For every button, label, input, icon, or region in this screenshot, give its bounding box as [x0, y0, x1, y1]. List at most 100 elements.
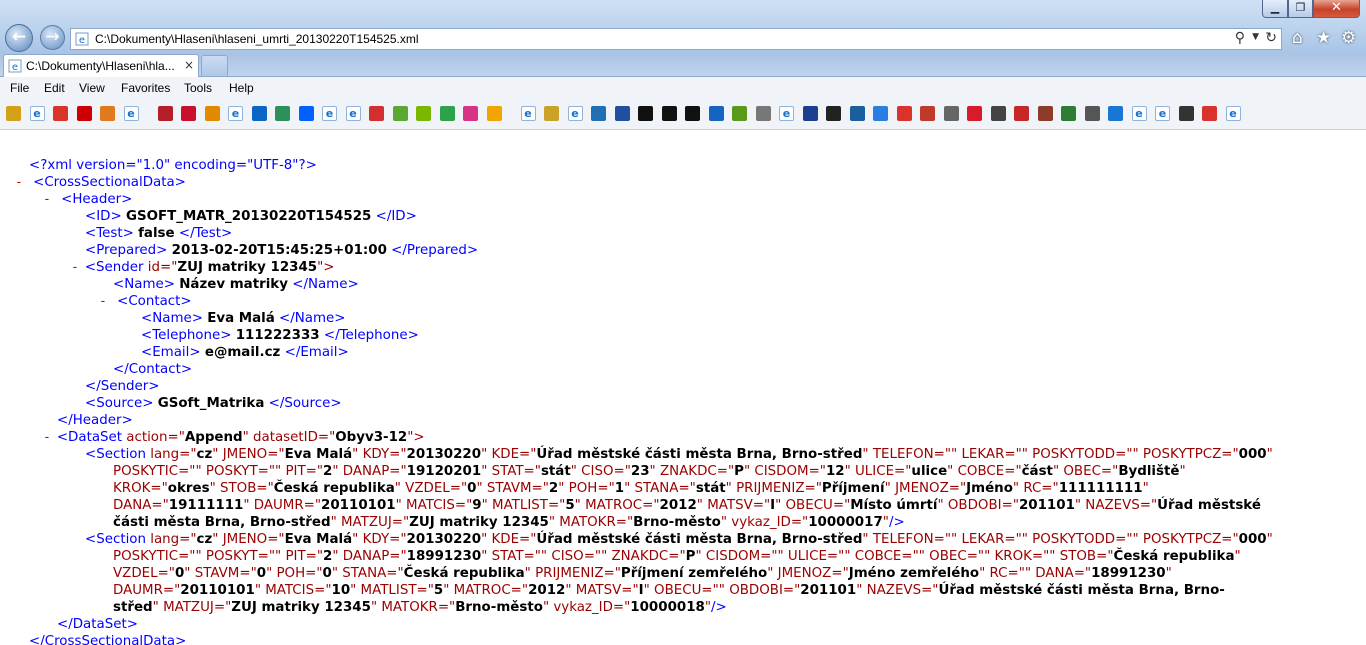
collapse-toggle[interactable]: - [43, 430, 51, 445]
network-icon[interactable] [1108, 106, 1123, 121]
ie-page-icon[interactable]: e [1131, 106, 1147, 121]
checker-icon[interactable] [826, 106, 841, 121]
search-icon[interactable]: ⚲ [1235, 30, 1245, 46]
address-text[interactable]: C:\Dokumenty\Hlaseni\hlaseni_umrti_20130… [95, 32, 419, 46]
chevron-down-icon[interactable]: ▼ [1252, 32, 1259, 42]
attr-value: Příjmení [821, 481, 885, 496]
menu-edit[interactable]: Edit [44, 81, 65, 95]
attr-value: Úřad městské části města Brna, Brno-stře… [536, 447, 863, 462]
xml-node-contact: - <Contact> [99, 293, 192, 310]
attr-name: " DANAP=" [332, 464, 407, 479]
collapse-toggle[interactable]: - [71, 260, 79, 275]
minimize-button[interactable]: ▁ [1262, 0, 1288, 18]
tab-active[interactable]: e C:\Dokumenty\Hlaseni\hla... × [3, 54, 199, 77]
ie-page-icon[interactable]: e [29, 106, 45, 121]
refresh-icon[interactable]: ↻ [1265, 30, 1277, 46]
back-button[interactable]: ← [5, 24, 33, 52]
circle-c-icon[interactable] [685, 106, 700, 121]
owl-icon[interactable] [486, 106, 502, 121]
pinwheel-icon[interactable] [392, 106, 408, 121]
gear-icon[interactable]: ⚙ [1341, 28, 1356, 48]
tag: </Name> [279, 311, 346, 326]
book-icon[interactable] [591, 106, 606, 121]
xml-line-prepared: <Prepared> 2013-02-20T15:45:25+01:00 </P… [85, 242, 478, 259]
attr-value: stát [695, 481, 726, 496]
tomato-icon[interactable] [53, 106, 68, 121]
ie-page-icon[interactable]: e [322, 106, 337, 121]
svg-text:e: e [12, 62, 18, 73]
dropbox-icon[interactable] [298, 106, 314, 121]
xml-section-line: <Section lang="cz" JMENO="Eva Malá" KDY=… [85, 446, 1273, 463]
globe-icon[interactable] [275, 106, 290, 121]
star-add-icon[interactable] [6, 106, 21, 121]
table-icon[interactable] [802, 106, 818, 121]
youtube-icon[interactable] [76, 106, 92, 121]
y-letter-icon[interactable] [416, 106, 431, 121]
menu-help[interactable]: Help [229, 81, 254, 95]
header-close-tag: </Header> [57, 413, 133, 428]
target-icon[interactable] [181, 106, 196, 121]
favorites-star-icon[interactable]: ★ [1316, 28, 1331, 48]
value: GSoft_Matrika [157, 396, 265, 411]
building-icon[interactable] [849, 106, 865, 121]
castle-icon[interactable] [1037, 106, 1053, 121]
new-tab-button[interactable] [201, 55, 228, 76]
attr-value: P [685, 549, 696, 564]
stickman-icon[interactable] [439, 106, 455, 121]
snake-icon[interactable] [967, 106, 982, 121]
flower-icon[interactable] [463, 106, 478, 121]
lips-icon[interactable] [369, 106, 384, 121]
address-bar[interactable]: e C:\Dokumenty\Hlaseni\hlaseni_umrti_201… [70, 28, 1282, 50]
monitor-icon[interactable] [990, 106, 1006, 121]
ie-page-icon[interactable]: e [520, 106, 536, 121]
ie-page-icon[interactable]: e [567, 106, 583, 121]
attr-value: Brno-město [633, 515, 721, 530]
attr-name: " OBEC=" [1052, 464, 1119, 479]
home-icon[interactable]: ⌂ [1292, 28, 1303, 48]
ie-page-icon[interactable]: e [779, 106, 794, 121]
puzzle-icon[interactable] [708, 106, 724, 121]
pencil-icon[interactable] [100, 106, 115, 121]
red-circle-icon[interactable] [1014, 106, 1029, 121]
seznam-icon[interactable] [157, 106, 173, 121]
diamond-icon[interactable] [1084, 106, 1100, 121]
attr-value: 5 [433, 583, 444, 598]
attr-value: 20110101 [180, 583, 255, 598]
ie-page-icon[interactable]: e [1155, 106, 1170, 121]
attr-name: " RC="" DANA=" [979, 566, 1092, 581]
doc-icon[interactable] [755, 106, 771, 121]
menu-view[interactable]: View [79, 81, 105, 95]
ring-icon[interactable] [896, 106, 912, 121]
list-icon[interactable] [1178, 106, 1194, 121]
tag: <Name> [141, 311, 203, 326]
menu-favorites[interactable]: Favorites [121, 81, 170, 95]
asterisk-icon[interactable] [1202, 106, 1217, 121]
ie-page-icon[interactable]: e [123, 106, 139, 121]
ie-page-icon[interactable]: e [345, 106, 361, 121]
office-icon[interactable] [920, 106, 935, 121]
map-pin-icon[interactable] [732, 106, 747, 121]
collapse-toggle[interactable]: - [99, 294, 107, 309]
star-icon[interactable] [544, 106, 559, 121]
maximize-button[interactable]: ❐ [1288, 0, 1313, 18]
linkedin-icon[interactable] [251, 106, 267, 121]
ie-page-icon[interactable]: e [228, 106, 243, 121]
menu-file[interactable]: File [10, 81, 29, 95]
chart-icon[interactable] [204, 106, 220, 121]
close-tab-icon[interactable]: × [184, 58, 194, 72]
circle-a-icon[interactable] [638, 106, 653, 121]
chart2-icon[interactable] [1061, 106, 1076, 121]
collapse-toggle[interactable]: - [15, 175, 23, 190]
close-window-button[interactable]: ✕ [1313, 0, 1360, 18]
menu-tools[interactable]: Tools [184, 81, 212, 95]
bricks-icon[interactable] [873, 106, 888, 121]
ie-page-icon[interactable]: e [1225, 106, 1241, 121]
sender-close-tag: </Sender> [85, 379, 160, 394]
tools-icon[interactable] [943, 106, 959, 121]
attr-name: " DANAP=" [332, 549, 407, 564]
collapse-toggle[interactable]: - [43, 192, 51, 207]
arrows-icon[interactable] [614, 106, 630, 121]
forward-button[interactable]: → [40, 25, 65, 50]
circle-b-icon[interactable] [661, 106, 677, 121]
xml-line-email: <Email> e@mail.cz </Email> [141, 344, 349, 361]
